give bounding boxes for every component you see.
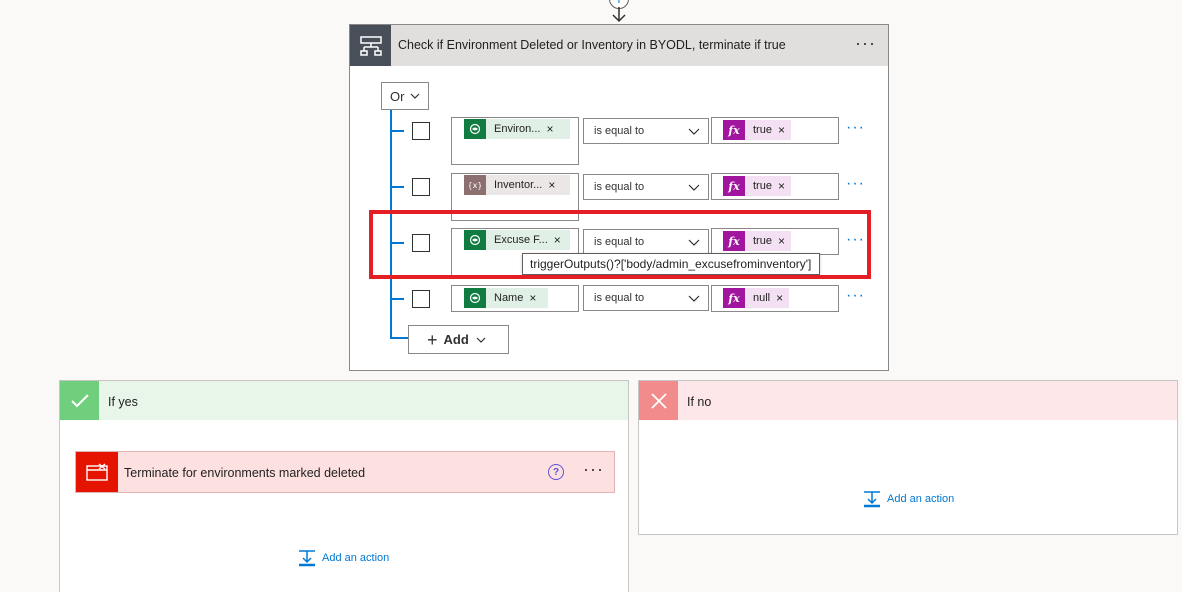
- checkmark-icon: [60, 381, 99, 420]
- help-icon[interactable]: ?: [548, 464, 564, 480]
- row-more-icon[interactable]: ···: [846, 175, 865, 193]
- if-no-header[interactable]: If no: [639, 381, 1177, 420]
- condition-header[interactable]: Check if Environment Deleted or Inventor…: [350, 25, 888, 66]
- remove-token-icon[interactable]: ×: [546, 122, 559, 136]
- more-options-icon[interactable]: ···: [583, 459, 604, 480]
- row-checkbox[interactable]: [412, 178, 430, 196]
- left-operand-field[interactable]: Environ... ×: [451, 117, 579, 165]
- row-connector-line: [390, 298, 404, 300]
- right-operand-field[interactable]: fx true ×: [711, 173, 839, 200]
- right-operand-field[interactable]: fx true ×: [711, 117, 839, 144]
- terminate-icon: [76, 452, 118, 492]
- chevron-down-icon: [688, 295, 700, 302]
- dynamic-token[interactable]: Name ×: [464, 288, 548, 308]
- remove-token-icon[interactable]: ×: [548, 178, 561, 192]
- row-more-icon[interactable]: ···: [846, 287, 865, 305]
- add-action-icon: [864, 491, 880, 508]
- add-an-action-link[interactable]: Add an action: [863, 490, 954, 508]
- condition-icon: [350, 25, 391, 66]
- fx-icon: fx: [723, 288, 745, 308]
- group-operator-value: Or: [390, 88, 405, 104]
- add-action-icon: [299, 550, 315, 567]
- plus-icon: +: [427, 329, 438, 350]
- svg-text:{x}: {x}: [469, 181, 481, 190]
- row-more-icon[interactable]: ···: [846, 119, 865, 137]
- group-operator-dropdown[interactable]: Or: [381, 82, 429, 110]
- if-yes-branch: If yes Terminate for environments marked…: [59, 380, 629, 592]
- more-options-icon[interactable]: ···: [855, 33, 876, 54]
- add-an-action-link[interactable]: Add an action: [298, 549, 389, 567]
- terminate-action-card[interactable]: Terminate for environments marked delete…: [75, 451, 615, 493]
- row-checkbox[interactable]: [412, 122, 430, 140]
- remove-token-icon[interactable]: ×: [776, 291, 789, 305]
- expression-token[interactable]: fx true ×: [723, 120, 791, 140]
- close-icon: [639, 381, 678, 420]
- operator-dropdown[interactable]: is equal to: [583, 174, 709, 200]
- chevron-down-icon: [688, 128, 700, 135]
- row-connector-line: [390, 186, 404, 188]
- dynamic-token[interactable]: Environ... ×: [464, 119, 570, 139]
- dataverse-icon: [464, 119, 486, 139]
- chevron-down-icon: [688, 184, 700, 191]
- fx-icon: fx: [723, 120, 745, 140]
- add-connector-line: [390, 337, 408, 339]
- operator-dropdown[interactable]: is equal to: [583, 285, 709, 311]
- dataverse-icon: [464, 288, 486, 308]
- fx-icon: fx: [723, 176, 745, 196]
- if-no-label: If no: [687, 395, 712, 409]
- expression-token[interactable]: fx null ×: [723, 288, 790, 308]
- add-row-button[interactable]: + Add: [408, 325, 509, 354]
- if-no-branch: If no Add an action: [638, 380, 1178, 535]
- if-yes-header[interactable]: If yes: [60, 381, 628, 420]
- if-yes-label: If yes: [108, 395, 138, 409]
- condition-title: Check if Environment Deleted or Inventor…: [398, 38, 786, 52]
- operator-dropdown[interactable]: is equal to: [583, 118, 709, 144]
- left-operand-field[interactable]: Name ×: [451, 285, 579, 312]
- remove-token-icon[interactable]: ×: [778, 179, 791, 193]
- row-connector-line: [390, 130, 404, 132]
- row-checkbox[interactable]: [412, 290, 430, 308]
- terminate-action-title: Terminate for environments marked delete…: [124, 466, 366, 480]
- expression-token[interactable]: fx true ×: [723, 176, 791, 196]
- dynamic-token[interactable]: {x} Inventor... ×: [464, 175, 570, 195]
- right-operand-field[interactable]: fx null ×: [711, 285, 839, 312]
- remove-token-icon[interactable]: ×: [778, 123, 791, 137]
- chevron-down-icon: [476, 337, 486, 343]
- chevron-down-icon: [411, 93, 420, 99]
- highlight-box: [369, 210, 871, 279]
- remove-token-icon[interactable]: ×: [529, 291, 542, 305]
- variable-icon: {x}: [464, 175, 486, 195]
- arrow-down-icon: [612, 7, 626, 23]
- condition-card: Check if Environment Deleted or Inventor…: [349, 24, 889, 371]
